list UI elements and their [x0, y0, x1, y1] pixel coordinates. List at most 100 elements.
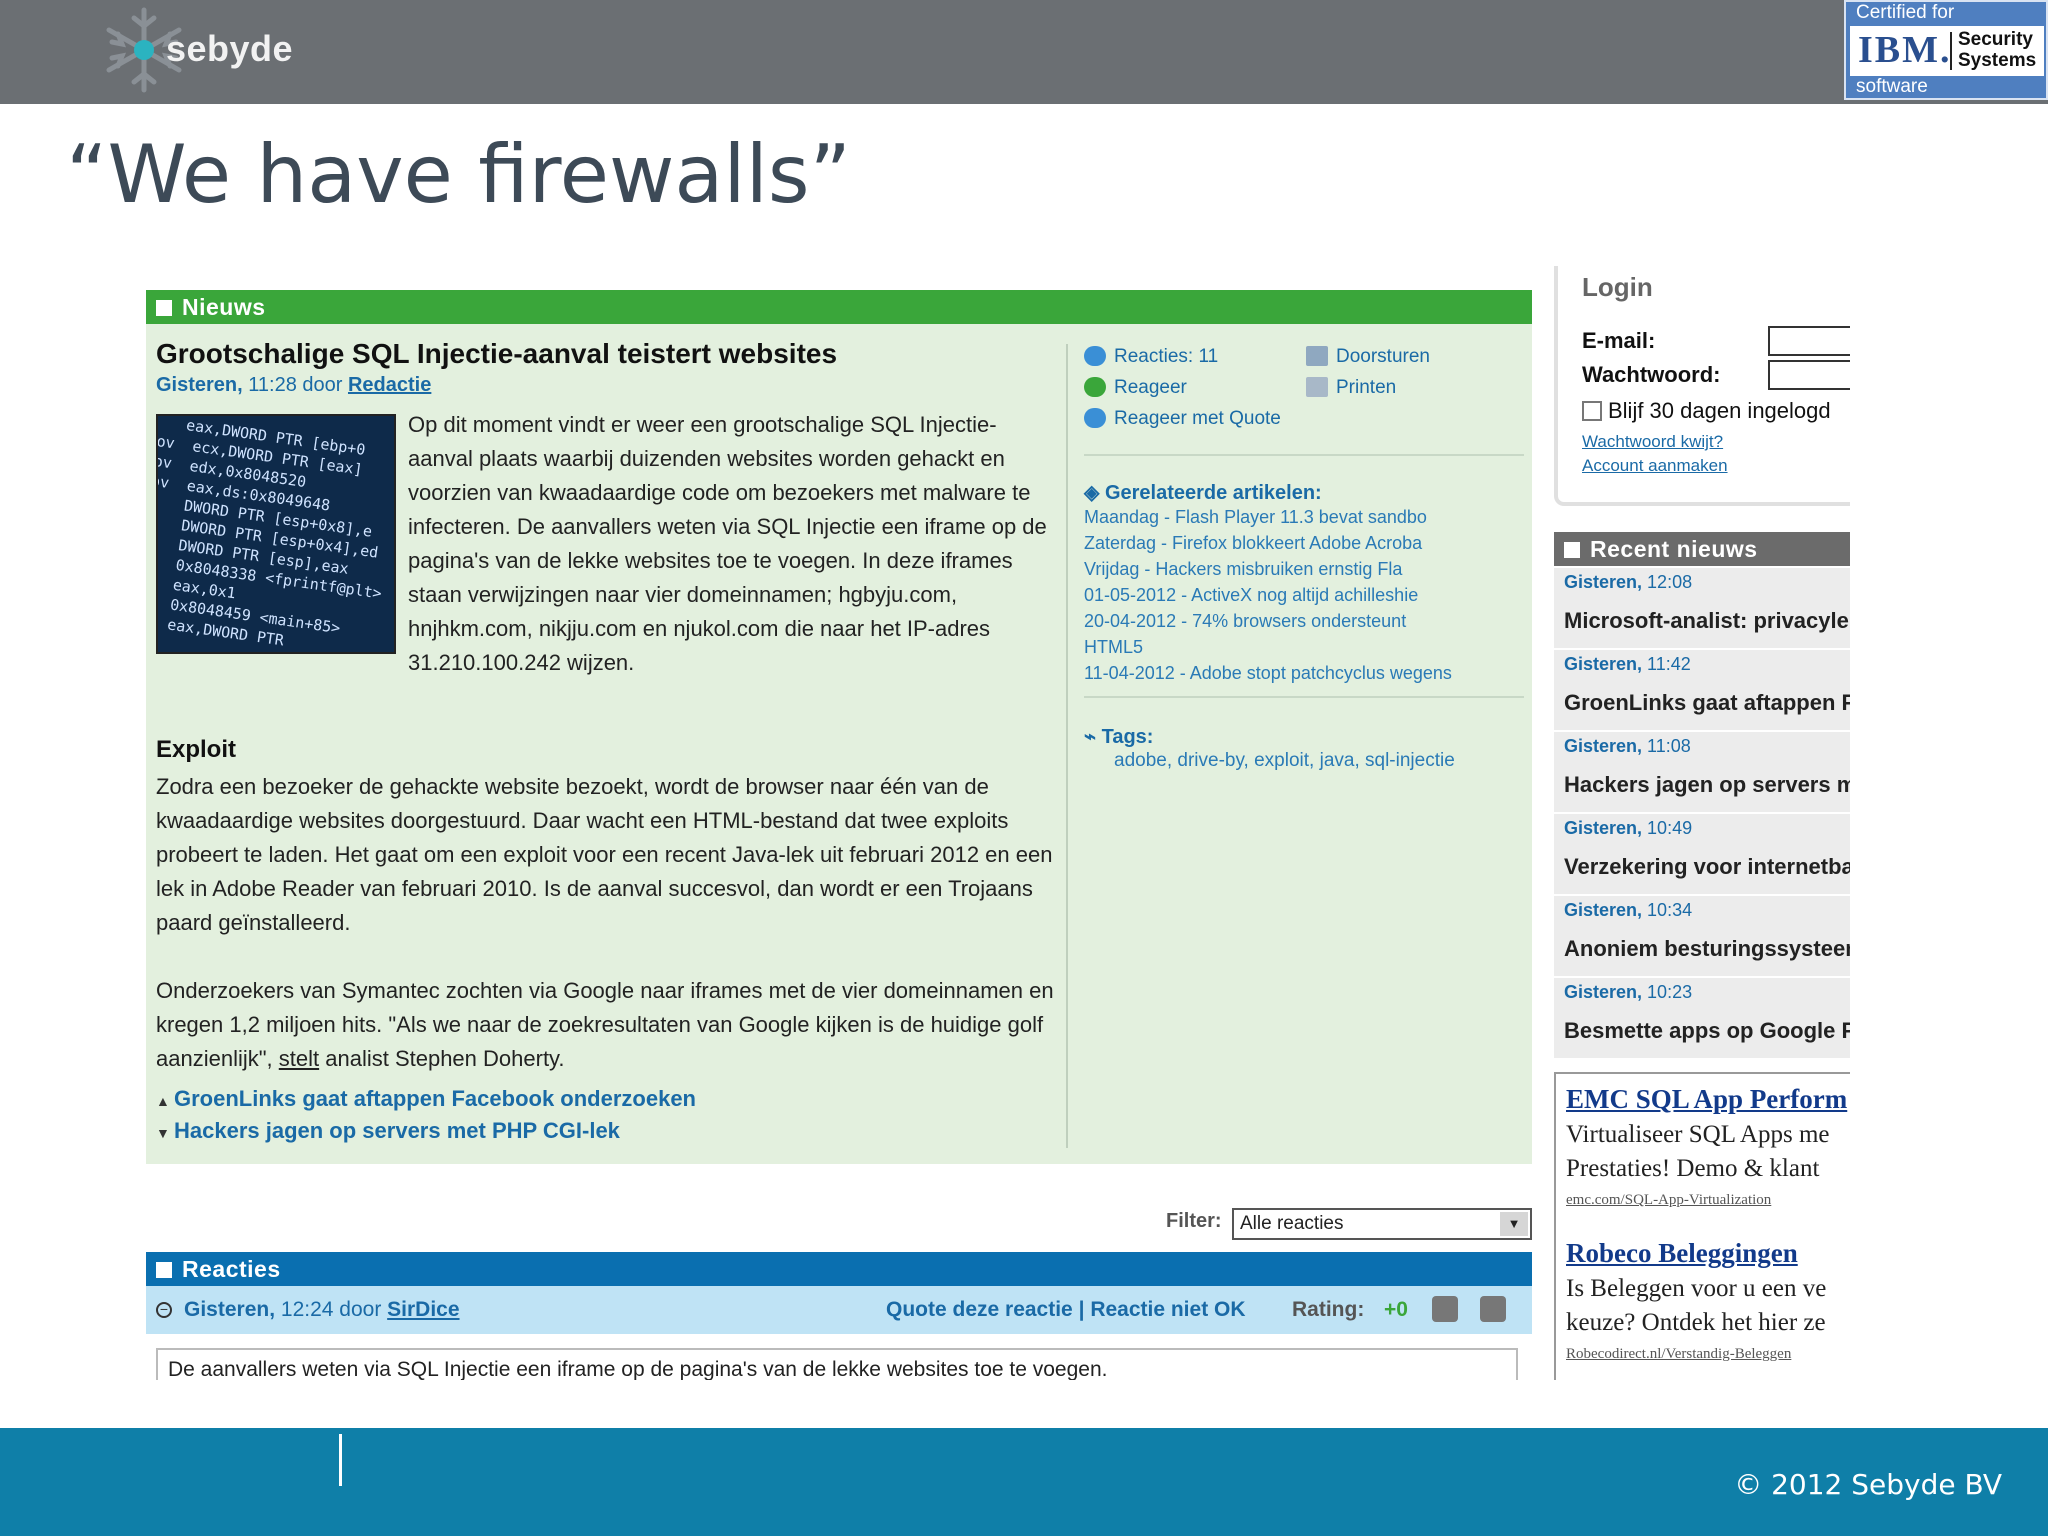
quote-reaction-link[interactable]: Quote deze reactie: [886, 1298, 1073, 1321]
doorsturen-link[interactable]: Doorsturen: [1306, 342, 1430, 372]
column-divider: [1066, 344, 1068, 1148]
copyright-text: © 2012 Sebyde BV: [1734, 1468, 2002, 1501]
square-bullet-icon: [156, 300, 172, 316]
ad-title-link[interactable]: EMC SQL App Perform: [1566, 1084, 1847, 1115]
reageer-link[interactable]: Reageer: [1084, 373, 1187, 403]
prev-article-link[interactable]: ▲ GroenLinks gaat aftappen Facebook onder…: [156, 1084, 696, 1116]
website-screenshot: Nieuws Grootschalige SQL Injectie-aanval…: [146, 266, 1850, 1380]
chevron-down-icon[interactable]: ▼: [1500, 1212, 1528, 1236]
envelope-icon: [1306, 346, 1328, 366]
recent-news-title: GroenLinks gaat aftappen F: [1564, 690, 1850, 715]
recent-news-header: Recent nieuws: [1554, 532, 1850, 566]
report-reaction-link[interactable]: Reactie niet OK: [1090, 1298, 1245, 1321]
login-title: Login: [1582, 272, 1653, 302]
recent-news-title: Hackers jagen op servers m: [1564, 772, 1850, 797]
recent-news-timestamp: Gisteren, 10:49: [1564, 818, 1692, 839]
recent-news-item[interactable]: Gisteren, 12:08 Microsoft-analist: priva…: [1554, 568, 1850, 650]
password-label: Wachtwoord:: [1582, 362, 1721, 387]
reaction-time: 12:24 door: [280, 1298, 382, 1321]
author-link[interactable]: Redactie: [348, 374, 431, 396]
email-field[interactable]: [1768, 326, 1850, 356]
related-articles-heading: ◈ Gerelateerde artikelen:: [1084, 480, 1322, 505]
tags-heading: ⌁ Tags:: [1084, 724, 1153, 749]
sidebar-rule: [1084, 454, 1524, 456]
forgot-password-link[interactable]: Wachtwoord kwijt?: [1582, 432, 1723, 452]
thumbs-down-icon[interactable]: [1480, 1296, 1506, 1322]
recent-news-item[interactable]: Gisteren, 11:08 Hackers jagen op servers…: [1554, 732, 1850, 814]
paragraph-3-end: analist Stephen Doherty.: [319, 1046, 565, 1071]
tags-heading-label: Tags:: [1101, 726, 1154, 748]
speech-bubble-icon: [1084, 346, 1106, 366]
reageer-quote-label: Reageer met Quote: [1114, 408, 1281, 429]
brand-name: sebyde: [166, 28, 294, 69]
remember-me-checkbox[interactable]: [1582, 401, 1602, 421]
news-header-label: Nieuws: [182, 294, 266, 320]
related-article-link[interactable]: 20-04-2012 - 74% browsers ondersteunt: [1084, 608, 1452, 634]
article-byline: Gisteren, 11:28 door Redactie: [156, 374, 431, 397]
filter-label: Filter:: [1166, 1210, 1222, 1232]
ad-url-link[interactable]: Robecodirect.nl/Verstandig-Beleggen: [1566, 1346, 1791, 1363]
ad-text: Virtualiseer SQL Apps me: [1566, 1121, 1830, 1148]
rating-value: +0: [1384, 1298, 1408, 1321]
related-article-link[interactable]: Maandag - Flash Player 11.3 bevat sandbo: [1084, 504, 1452, 530]
email-label: E-mail:: [1582, 328, 1656, 353]
related-article-link[interactable]: 11-04-2012 - Adobe stopt patchcyclus weg…: [1084, 660, 1452, 686]
ad-url-link[interactable]: emc.com/SQL-App-Virtualization: [1566, 1192, 1771, 1209]
reactions-header: Reacties: [146, 1252, 1532, 1286]
create-account-link[interactable]: Account aanmaken: [1582, 456, 1728, 476]
recent-news-day: Gisteren,: [1564, 900, 1643, 920]
article-subheading: Exploit: [156, 736, 237, 763]
reactions-header-label: Reacties: [182, 1256, 281, 1282]
paperclip-icon: ⌁: [1084, 726, 1102, 748]
ibm-certified-badge: Certified for IBM. Security Systems soft…: [1844, 0, 2048, 100]
recent-news-item[interactable]: Gisteren, 10:34 Anoniem besturingssystee…: [1554, 896, 1850, 978]
recent-news-timestamp: Gisteren, 10:34: [1564, 900, 1692, 921]
reaction-author-link[interactable]: SirDice: [387, 1298, 459, 1321]
related-article-link[interactable]: 01-05-2012 - ActiveX nog altijd achilles…: [1084, 582, 1452, 608]
next-article-label: Hackers jagen op servers met PHP CGI-lek: [174, 1118, 620, 1143]
article-navigation: ▲ GroenLinks gaat aftappen Facebook onder…: [156, 1084, 696, 1148]
ad-title-link[interactable]: Robeco Beleggingen: [1566, 1238, 1798, 1269]
byline-time: 11:28 door: [248, 374, 343, 396]
recent-news-box: Recent nieuws Gisteren, 12:08 Microsoft-…: [1554, 532, 1850, 1060]
password-field[interactable]: [1768, 360, 1850, 390]
reacties-link[interactable]: Reacties: 11: [1084, 342, 1218, 372]
reaction-meta-row: − Gisteren, 12:24 door SirDice Quote dez…: [146, 1286, 1532, 1334]
related-article-link[interactable]: Zaterdag - Firefox blokkeert Adobe Acrob…: [1084, 530, 1452, 556]
related-article-link[interactable]: HTML5: [1084, 634, 1452, 660]
recent-news-timestamp: Gisteren, 11:08: [1564, 736, 1691, 757]
recent-news-day: Gisteren,: [1564, 818, 1643, 838]
triangle-up-icon: ▲: [156, 1093, 170, 1109]
recent-news-item[interactable]: Gisteren, 10:23 Besmette apps op Google …: [1554, 978, 1850, 1060]
recent-news-timestamp: Gisteren, 12:08: [1564, 572, 1692, 593]
reactions-filter-select[interactable]: Alle reacties ▼: [1232, 1208, 1532, 1240]
reageer-quote-link[interactable]: Reageer met Quote: [1084, 404, 1281, 434]
recent-news-day: Gisteren,: [1564, 654, 1643, 674]
slide-title: “We have firewalls”: [66, 128, 851, 221]
recent-news-title: Besmette apps op Google P: [1564, 1018, 1850, 1043]
thumbs-up-icon[interactable]: [1432, 1296, 1458, 1322]
related-articles-list: Maandag - Flash Player 11.3 bevat sandbo…: [1084, 504, 1452, 686]
reaction-actions: Quote deze reactie | Reactie niet OK: [886, 1286, 1246, 1334]
ibm-logo: IBM.: [1858, 29, 1952, 71]
recent-news-title: Anoniem besturingssysteem: [1564, 936, 1850, 961]
reaction-body: De aanvallers weten via SQL Injectie een…: [156, 1348, 1518, 1380]
news-header: Nieuws: [146, 290, 1532, 324]
printer-icon: [1306, 377, 1328, 397]
related-article-link[interactable]: Vrijdag - Hackers misbruiken ernstig Fla: [1084, 556, 1452, 582]
badge-line1: Security: [1958, 29, 2033, 50]
recent-news-day: Gisteren,: [1564, 982, 1643, 1002]
printen-label: Printen: [1336, 377, 1397, 398]
recent-news-item[interactable]: Gisteren, 11:42 GroenLinks gaat aftappen…: [1554, 650, 1850, 732]
ad-text: Prestaties! Demo & klant: [1566, 1155, 1820, 1182]
recent-news-item[interactable]: Gisteren, 10:49 Verzekering voor interne…: [1554, 814, 1850, 896]
stelt-link[interactable]: stelt: [279, 1046, 319, 1071]
collapse-icon[interactable]: −: [156, 1302, 172, 1318]
action-separator: |: [1078, 1298, 1085, 1321]
reaction-byline: Gisteren, 12:24 door SirDice: [184, 1286, 460, 1334]
square-bullet-icon: [156, 1262, 172, 1278]
triangle-down-icon: ▼: [156, 1125, 170, 1141]
tags-links[interactable]: adobe, drive-by, exploit, java, sql-inje…: [1114, 750, 1455, 772]
printen-link[interactable]: Printen: [1306, 373, 1396, 403]
next-article-link[interactable]: ▼ Hackers jagen op servers met PHP CGI-le…: [156, 1116, 696, 1148]
